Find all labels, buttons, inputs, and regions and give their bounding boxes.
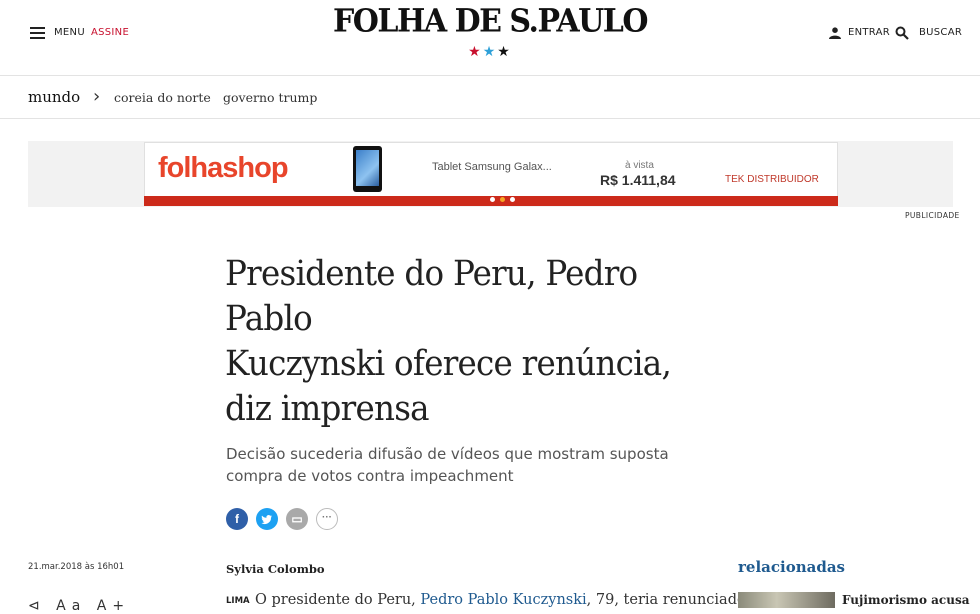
article-body-first-line: O presidente do Peru, Pedro Pablo Kuczyn…	[255, 592, 746, 608]
subtitle-line: Decisão sucederia difusão de vídeos que …	[226, 445, 669, 463]
carousel-dot-active[interactable]	[500, 197, 505, 202]
body-text-end: , 79, teria renunciado	[586, 592, 746, 608]
ad-product-screen	[356, 150, 379, 186]
headline-line: Presidente do Peru, Pedro	[225, 254, 638, 294]
search-icon[interactable]	[895, 26, 909, 40]
breadcrumb-link-trump[interactable]: governo trump	[223, 90, 317, 105]
more-options-icon[interactable]: ···	[316, 508, 338, 530]
headline-line: Kuczynski oferece renúncia,	[225, 344, 672, 384]
star-black-icon: ★	[497, 44, 512, 60]
menu-button[interactable]: MENU	[54, 27, 85, 38]
subtitle-line: compra de votos contra impeachment	[226, 467, 514, 485]
ad-price[interactable]: R$ 1.411,84	[600, 172, 676, 188]
related-heading: relacionadas	[738, 558, 845, 576]
text-tools[interactable]: ⊲ Aa A+	[28, 598, 130, 614]
carousel-dot[interactable]	[490, 197, 495, 202]
carousel-dot[interactable]	[510, 197, 515, 202]
headline-line: diz imprensa	[225, 389, 430, 429]
user-icon[interactable]	[829, 27, 841, 39]
headline-line: Pablo	[225, 299, 313, 339]
body-text-start: O presidente do Peru,	[255, 592, 421, 608]
subscribe-link[interactable]: ASSINE	[91, 27, 129, 38]
page-title: Presidente do Peru, Pedro Pablo Kuczynsk…	[225, 252, 672, 432]
menu-icon[interactable]	[30, 27, 45, 39]
ad-brand-logo[interactable]: folhashop	[158, 152, 289, 185]
logo-stars: ★★★	[460, 44, 520, 60]
facebook-share-icon[interactable]: f	[226, 508, 248, 530]
search-button[interactable]: BUSCAR	[919, 27, 962, 38]
related-thumbnail[interactable]	[738, 592, 835, 608]
ad-label: PUBLICIDADE	[905, 211, 960, 220]
twitter-bird-icon	[261, 515, 272, 525]
article-subtitle: Decisão sucederia difusão de vídeos que …	[226, 443, 669, 487]
dateline-location: LIMA	[226, 596, 250, 606]
person-link[interactable]: Pedro Pablo Kuczynski	[420, 592, 586, 608]
star-blue-icon: ★	[482, 44, 498, 60]
related-item-title[interactable]: Fujimorismo acusa	[842, 593, 970, 607]
comment-icon[interactable]: ▭	[286, 508, 308, 530]
site-logo[interactable]: FOLHA DE S.PAULO	[330, 3, 650, 40]
twitter-share-icon[interactable]	[256, 508, 278, 530]
publish-date: 21.mar.2018 às 16h01	[28, 562, 125, 572]
breadcrumb-section[interactable]: mundo	[28, 88, 80, 106]
breadcrumb-link-coreia[interactable]: coreia do norte	[114, 90, 211, 105]
login-button[interactable]: ENTRAR	[848, 27, 890, 38]
ad-carousel-dots	[490, 197, 530, 205]
star-red-icon: ★	[468, 44, 483, 60]
author-name[interactable]: Sylvia Colombo	[226, 562, 325, 576]
ad-price-prefix: à vista	[625, 160, 654, 171]
chevron-right-icon: ›	[93, 86, 101, 107]
ad-seller[interactable]: TEK DISTRIBUIDOR	[725, 174, 819, 185]
ad-product-name[interactable]: Tablet Samsung Galax...	[432, 161, 552, 173]
